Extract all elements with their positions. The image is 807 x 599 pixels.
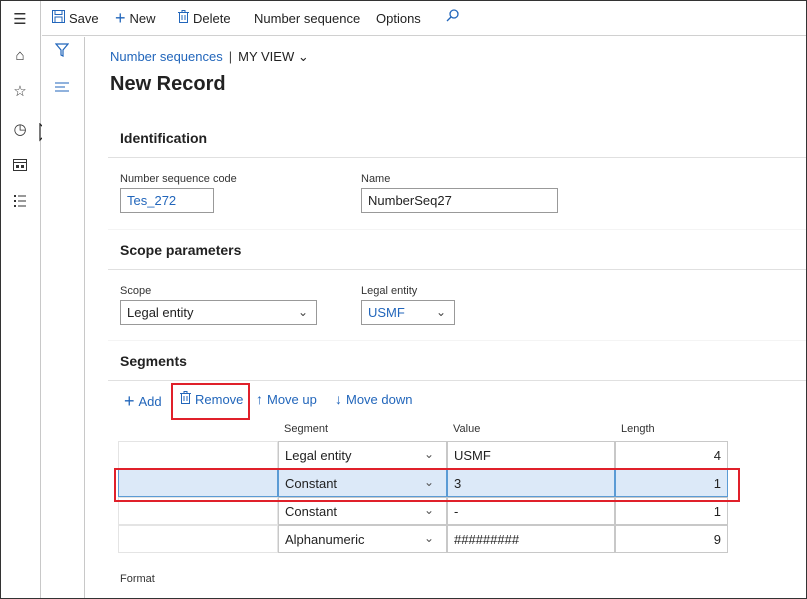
number-sequence-code-label: Number sequence code xyxy=(120,173,237,185)
scope-value: Legal entity xyxy=(127,305,194,320)
scope-parameters-section: Scope parameters Scope Legal entity ⌄ Le… xyxy=(108,230,806,340)
breadcrumb: Number sequences | MY VIEW ⌄ xyxy=(110,49,309,65)
navigation-rail: ☰ ⌂ ☆ ◷ xyxy=(1,1,53,598)
segment-value: Constant xyxy=(285,503,338,519)
chevron-down-icon: ⌄ xyxy=(423,447,434,461)
segment-cell[interactable]: Legal entity ⌄ xyxy=(278,441,447,469)
delete-button[interactable]: Delete xyxy=(178,8,231,28)
delete-label: Delete xyxy=(193,10,231,26)
save-button[interactable]: Save xyxy=(52,8,99,28)
filter-icon[interactable] xyxy=(54,43,70,61)
divider xyxy=(108,380,806,381)
list-view-icon[interactable] xyxy=(55,79,69,96)
arrow-up-icon: ↑ xyxy=(256,391,263,407)
chevron-down-icon: ⌄ xyxy=(423,531,434,545)
legal-entity-dropdown[interactable]: USMF ⌄ xyxy=(361,300,455,325)
hamburger-menu-icon[interactable]: ☰ xyxy=(10,9,30,29)
chevron-down-icon: ⌄ xyxy=(435,305,446,319)
value-cell[interactable]: ######### xyxy=(447,525,615,553)
value-cell[interactable]: USMF xyxy=(447,441,615,469)
segment-value: Legal entity xyxy=(285,447,352,463)
workspaces-icon[interactable] xyxy=(10,155,30,175)
name-label: Name xyxy=(361,173,391,185)
number-sequence-tab[interactable]: Number sequence xyxy=(254,8,360,28)
remove-highlight-box xyxy=(171,383,250,420)
search-icon[interactable] xyxy=(446,5,459,25)
segments-header[interactable]: Segments xyxy=(120,353,187,369)
trash-icon xyxy=(178,10,189,26)
view-selector[interactable]: MY VIEW ⌄ xyxy=(238,49,309,64)
action-pane: Save + New Delete Number sequence Option… xyxy=(42,1,806,36)
filter-pane xyxy=(42,37,85,598)
selected-row-highlight-box xyxy=(114,468,740,502)
chevron-down-icon: ⌄ xyxy=(297,49,309,64)
breadcrumb-module-link[interactable]: Number sequences xyxy=(110,49,223,64)
save-icon xyxy=(52,10,65,26)
page-title: New Record xyxy=(110,73,226,95)
plus-icon: + xyxy=(124,391,135,411)
row-selector-cell[interactable] xyxy=(118,525,278,553)
identification-header[interactable]: Identification xyxy=(120,130,207,146)
move-up-button[interactable]: ↑ Move up xyxy=(256,391,317,407)
row-selector-cell[interactable] xyxy=(118,441,278,469)
move-up-label: Move up xyxy=(267,391,317,407)
column-header-length[interactable]: Length xyxy=(621,423,655,435)
home-icon[interactable]: ⌂ xyxy=(10,45,30,65)
legal-entity-label: Legal entity xyxy=(361,285,418,297)
divider xyxy=(108,269,806,270)
add-label: Add xyxy=(138,394,162,409)
name-field[interactable]: NumberSeq27 xyxy=(361,188,558,213)
app-window: ☰ ⌂ ☆ ◷ Save + New Delete Number sequenc… xyxy=(0,0,807,599)
form-content: Identification Number sequence code Tes_… xyxy=(108,117,806,598)
save-label: Save xyxy=(69,10,99,26)
length-cell[interactable]: 4 xyxy=(615,441,728,469)
move-down-button[interactable]: ↓ Move down xyxy=(335,391,412,407)
number-sequence-code-field[interactable]: Tes_272 xyxy=(120,188,214,213)
column-header-value[interactable]: Value xyxy=(453,423,480,435)
segment-value: Alphanumeric xyxy=(285,531,365,547)
recent-clock-icon[interactable]: ◷ xyxy=(10,119,30,139)
format-label: Format xyxy=(120,573,155,585)
table-row[interactable]: Legal entity ⌄ USMF 4 xyxy=(118,441,728,469)
favorites-star-icon[interactable]: ☆ xyxy=(10,81,30,101)
options-label: Options xyxy=(376,10,421,26)
divider xyxy=(108,157,806,158)
segment-cell[interactable]: Alphanumeric ⌄ xyxy=(278,525,447,553)
breadcrumb-separator: | xyxy=(228,49,233,64)
chevron-down-icon: ⌄ xyxy=(297,305,308,319)
scope-parameters-header[interactable]: Scope parameters xyxy=(120,242,241,258)
new-button[interactable]: + New xyxy=(115,8,156,28)
length-cell[interactable]: 9 xyxy=(615,525,728,553)
table-row[interactable]: Alphanumeric ⌄ ######### 9 xyxy=(118,525,728,553)
view-label: MY VIEW xyxy=(238,49,295,64)
add-segment-button[interactable]: + Add xyxy=(124,391,162,412)
move-down-label: Move down xyxy=(346,391,413,407)
identification-section: Identification Number sequence code Tes_… xyxy=(108,117,806,229)
chevron-down-icon: ⌄ xyxy=(423,503,434,517)
options-tab[interactable]: Options xyxy=(376,8,421,28)
legal-entity-value: USMF xyxy=(368,305,405,320)
new-label: New xyxy=(129,10,156,26)
scope-dropdown[interactable]: Legal entity ⌄ xyxy=(120,300,317,325)
column-header-segment[interactable]: Segment xyxy=(284,423,328,435)
plus-icon: + xyxy=(115,7,126,28)
scope-label: Scope xyxy=(120,285,152,297)
modules-list-icon[interactable] xyxy=(10,191,30,211)
arrow-down-icon: ↓ xyxy=(335,391,342,407)
number-sequence-label: Number sequence xyxy=(254,10,361,26)
main-content: Number sequences | MY VIEW ⌄ New Record Id… xyxy=(86,37,806,598)
